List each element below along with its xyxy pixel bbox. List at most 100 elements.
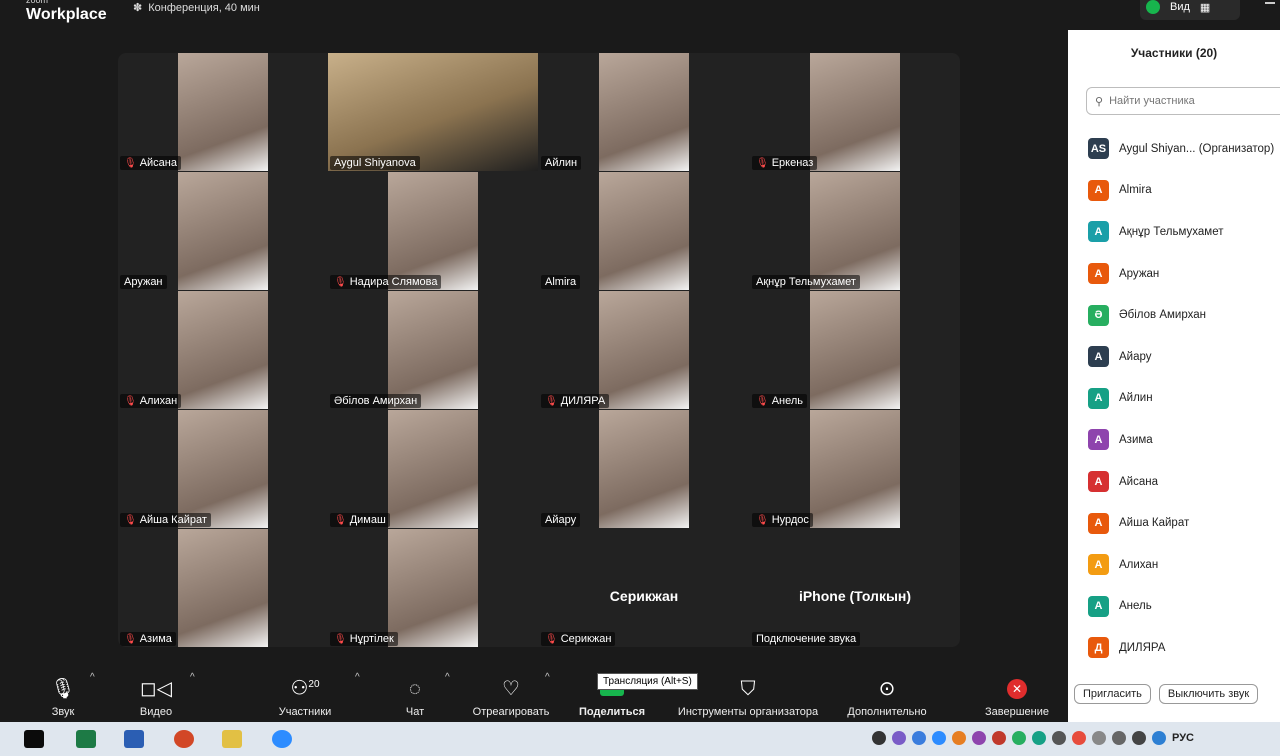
participants-button[interactable]: ⚇20 Участники — [270, 664, 340, 722]
video-tile[interactable]: Серикжан 🎙︎ Серикжан — [539, 529, 749, 647]
chat-caret-icon[interactable]: ^ — [445, 672, 450, 683]
participant-video — [599, 410, 689, 528]
tile-name-label: Aygul Shiyanova — [330, 156, 420, 170]
participant-video — [599, 291, 689, 409]
video-tile[interactable]: Әбілов Амирхан — [328, 291, 538, 409]
video-button[interactable]: ◻◁ Видео — [130, 664, 182, 722]
participant-name: Аружан — [124, 276, 163, 288]
video-tile[interactable]: iPhone (Толкын) Подключение звука — [750, 529, 960, 647]
participant-name: Аружан — [1119, 267, 1160, 280]
participant-name: Almira — [1119, 184, 1152, 197]
react-button[interactable]: ♡ Отреагировать — [468, 664, 554, 722]
participant-name: Нұртілек — [349, 633, 394, 645]
video-tile[interactable]: 🎙︎ Еркеназ — [750, 53, 960, 171]
video-tile[interactable]: 🎙︎ Нурдос — [750, 410, 960, 528]
meeting-info[interactable]: ✽ Конференция, 40 мин — [133, 1, 260, 15]
tray-app-icon[interactable] — [972, 731, 986, 745]
minimize-icon[interactable] — [1265, 2, 1275, 4]
video-tile[interactable]: Аружан — [118, 172, 328, 290]
muted-mic-icon: 🎙︎ — [756, 514, 769, 526]
tray-app-icon[interactable] — [1052, 731, 1066, 745]
end-meeting-button[interactable]: ✕ Завершение — [980, 664, 1054, 722]
powerpoint-icon[interactable] — [174, 730, 194, 748]
tray-app-icon[interactable] — [912, 731, 926, 745]
audio-options-caret-icon[interactable]: ^ — [90, 672, 95, 683]
tray-zoom-icon[interactable] — [932, 731, 946, 745]
tray-app-icon[interactable] — [892, 731, 906, 745]
video-tile[interactable]: 🎙︎ Нұртілек — [328, 529, 538, 647]
video-tile[interactable]: 🎙︎ Димаш — [328, 410, 538, 528]
windows-start-icon[interactable] — [24, 730, 44, 748]
avatar: A — [1088, 263, 1109, 285]
video-tile[interactable]: 🎙︎ Айша Кайрат — [118, 410, 328, 528]
view-button[interactable]: Вид ▦ — [1140, 0, 1240, 20]
bluetooth-icon[interactable] — [1152, 731, 1166, 745]
audio-label: Звук — [51, 706, 75, 718]
video-tile[interactable]: 🎙︎ Надира Слямова — [328, 172, 538, 290]
participant-row[interactable]: AS Aygul Shiyan... (Организатор) — [1088, 128, 1280, 170]
tile-name-label: 🎙︎ Алихан — [120, 394, 182, 408]
tray-app-icon[interactable] — [1012, 731, 1026, 745]
tray-app-icon[interactable] — [1072, 731, 1086, 745]
tray-app-icon[interactable] — [1032, 731, 1046, 745]
participant-name: Подключение звука — [756, 633, 857, 645]
participant-row[interactable]: A Almira — [1088, 170, 1280, 212]
participant-row[interactable]: A Айсана — [1088, 461, 1280, 503]
participant-row[interactable]: Д ДИЛЯРА — [1088, 627, 1280, 669]
search-input[interactable] — [1107, 94, 1272, 108]
language-indicator[interactable]: РУС — [1172, 732, 1194, 744]
video-tile[interactable]: 🎙︎ ДИЛЯРА — [539, 291, 749, 409]
audio-button[interactable]: 🎙︎ Звук — [40, 664, 86, 722]
video-options-caret-icon[interactable]: ^ — [190, 672, 195, 683]
video-tile[interactable]: 🎙︎ Анель — [750, 291, 960, 409]
muted-mic-icon: 🎙︎ — [545, 395, 558, 407]
participants-caret-icon[interactable]: ^ — [355, 672, 360, 683]
video-tile[interactable]: Айлин — [539, 53, 749, 171]
invite-button[interactable]: Пригласить — [1074, 684, 1151, 704]
battery-icon[interactable] — [1132, 731, 1146, 745]
video-tile[interactable]: Айару — [539, 410, 749, 528]
avatar: A — [1088, 429, 1109, 451]
participant-name: Aygul Shiyan... (Организатор) — [1119, 142, 1275, 155]
participant-video — [178, 53, 268, 171]
excel-icon[interactable] — [76, 730, 96, 748]
tray-app-icon[interactable] — [952, 731, 966, 745]
participant-row[interactable]: A Анель — [1088, 586, 1280, 628]
participant-row[interactable]: A Айару — [1088, 336, 1280, 378]
wifi-icon[interactable] — [1092, 731, 1106, 745]
participant-row[interactable]: A Айша Кайрат — [1088, 502, 1280, 544]
participant-row[interactable]: Ә Әбілов Амирхан — [1088, 294, 1280, 336]
participant-row[interactable]: A Азима — [1088, 419, 1280, 461]
tray-app-icon[interactable] — [992, 731, 1006, 745]
participant-name: Әбілов Амирхан — [1119, 309, 1206, 322]
volume-icon[interactable] — [1112, 731, 1126, 745]
video-tile[interactable]: Aygul Shiyanova — [328, 53, 538, 171]
participant-search[interactable]: ⚲ — [1086, 87, 1280, 115]
video-tile[interactable]: 🎙︎ Азима — [118, 529, 328, 647]
folder-icon[interactable] — [222, 730, 242, 748]
react-caret-icon[interactable]: ^ — [545, 672, 550, 683]
video-label: Видео — [139, 706, 173, 718]
participant-row[interactable]: A Ақнұр Тельмухамет — [1088, 211, 1280, 253]
participant-name: ДИЛЯРА — [1119, 641, 1166, 654]
word-icon[interactable] — [124, 730, 144, 748]
share-label: Поделиться — [578, 706, 646, 718]
participant-name: Анель — [1119, 600, 1152, 613]
video-tile[interactable]: 🎙︎ Алихан — [118, 291, 328, 409]
tile-name-label: 🎙︎ Серикжан — [541, 632, 616, 646]
participant-row[interactable]: A Аружан — [1088, 253, 1280, 295]
tray-app-icon[interactable] — [872, 731, 886, 745]
video-tile[interactable]: Ақнұр Тельмухамет — [750, 172, 960, 290]
zoom-app-icon[interactable] — [272, 730, 292, 748]
participant-row[interactable]: A Айлин — [1088, 378, 1280, 420]
tile-name-label: 🎙︎ ДИЛЯРА — [541, 394, 610, 408]
mute-all-button[interactable]: Выключить звук — [1158, 684, 1259, 704]
more-button[interactable]: ⊙ Дополнительно — [842, 664, 932, 722]
participant-row[interactable]: A Алихан — [1088, 544, 1280, 586]
chat-button[interactable]: ◌ Чат — [400, 664, 430, 722]
video-tile[interactable]: 🎙︎ Айсана — [118, 53, 328, 171]
participant-name: Айлин — [1119, 392, 1153, 405]
participant-name: ДИЛЯРА — [560, 395, 606, 407]
participant-name: Нурдос — [771, 514, 809, 526]
video-tile[interactable]: Almira — [539, 172, 749, 290]
